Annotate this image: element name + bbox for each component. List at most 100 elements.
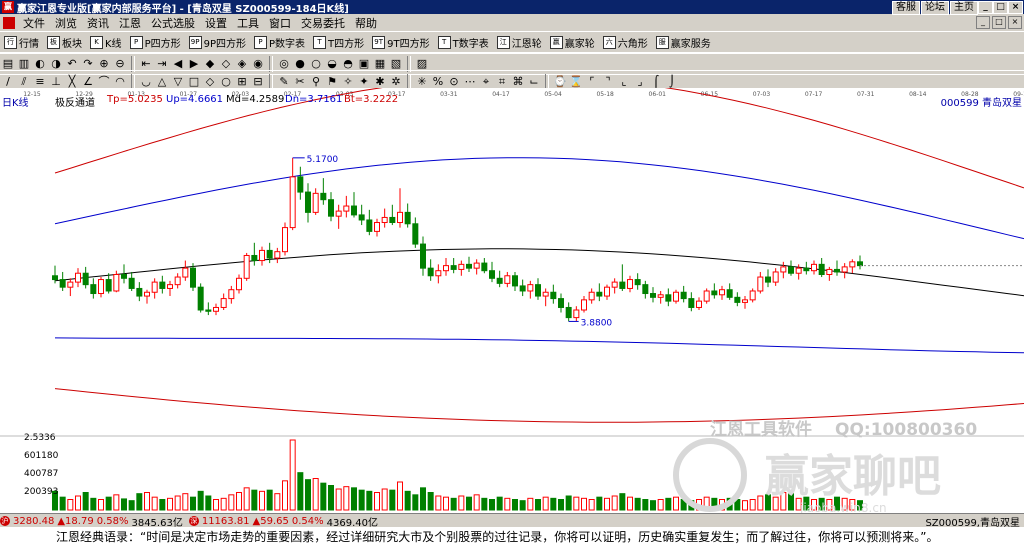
nav-icon-10[interactable]: ◀ <box>171 57 185 71</box>
draw-icon-32[interactable]: ⌚ <box>553 75 567 89</box>
draw-icon-35[interactable]: ⌝ <box>601 75 615 89</box>
draw-icon-21[interactable]: ✦ <box>357 75 371 89</box>
nav-icon-11[interactable]: ▶ <box>187 57 201 71</box>
draw-icon-1[interactable]: ⫽ <box>17 75 31 89</box>
draw-icon-3[interactable]: ⊥ <box>49 75 63 89</box>
toolbar-button-12[interactable]: 服赢家服务 <box>652 34 715 52</box>
draw-icon-30[interactable]: ⌘ <box>511 75 525 89</box>
mdi-restore-button[interactable]: □ <box>992 16 1006 29</box>
menu-news[interactable]: 资讯 <box>82 15 114 31</box>
nav-icon-0[interactable]: ▤ <box>1 57 15 71</box>
draw-icon-22[interactable]: ✱ <box>373 75 387 89</box>
draw-icon-20[interactable]: ✧ <box>341 75 355 89</box>
draw-icon-38[interactable]: ⌠ <box>649 75 663 89</box>
link-homepage[interactable]: 主页 <box>950 1 978 15</box>
draw-icon-29[interactable]: ⌗ <box>495 75 509 89</box>
nav-icon-20[interactable]: ◓ <box>341 57 355 71</box>
draw-icon-0[interactable]: / <box>1 75 15 89</box>
menu-trade[interactable]: 交易委托 <box>296 15 350 31</box>
nav-icon-8[interactable]: ⇤ <box>139 57 153 71</box>
draw-icon-25[interactable]: % <box>431 75 445 89</box>
nav-icon-15[interactable]: ◉ <box>251 57 265 71</box>
draw-icon-26[interactable]: ⊙ <box>447 75 461 89</box>
draw-icon-9[interactable]: △ <box>155 75 169 89</box>
menu-tools[interactable]: 工具 <box>232 15 264 31</box>
draw-icon-10[interactable]: ▽ <box>171 75 185 89</box>
toolbar-button-2[interactable]: K K线 <box>86 34 126 52</box>
nav-icon-24[interactable]: ▨ <box>415 57 429 71</box>
draw-icon-13[interactable]: ○ <box>219 75 233 89</box>
draw-icon-16[interactable]: ✎ <box>277 75 291 89</box>
link-forum[interactable]: 论坛 <box>921 1 949 15</box>
draw-icon-18[interactable]: ⚲ <box>309 75 323 89</box>
menu-window[interactable]: 窗口 <box>264 15 296 31</box>
nav-icon-9[interactable]: ⇥ <box>155 57 169 71</box>
menu-formula-screen[interactable]: 公式选股 <box>146 15 200 31</box>
toolbar-button-4[interactable]: 9P 9P四方形 <box>185 34 250 52</box>
nav-icon-17[interactable]: ● <box>293 57 307 71</box>
nav-icon-4[interactable]: ↶ <box>65 57 79 71</box>
nav-icon-14[interactable]: ◈ <box>235 57 249 71</box>
draw-icon-33[interactable]: ⌛ <box>569 75 583 89</box>
system-menu-icon[interactable] <box>3 16 15 29</box>
mdi-minimize-button[interactable]: _ <box>976 16 990 29</box>
nav-icon-21[interactable]: ▣ <box>357 57 371 71</box>
mdi-close-button[interactable]: × <box>1008 16 1022 29</box>
link-customer-service[interactable]: 客服 <box>892 1 920 15</box>
toolbar-button-8[interactable]: T T数字表 <box>434 34 493 52</box>
draw-icon-27[interactable]: ⋯ <box>463 75 477 89</box>
nav-icon-19[interactable]: ◒ <box>325 57 339 71</box>
toolbar-button-6[interactable]: T T四方形 <box>309 34 368 52</box>
chart-area[interactable]: 12-15 12-29 01-13 01-27 02-03 02-17 03-03 03-17… <box>0 76 1024 515</box>
toolbar-button-11[interactable]: 六六角形 <box>599 34 652 52</box>
draw-icon-6[interactable]: ⌒ <box>97 75 111 89</box>
menu-help[interactable]: 帮助 <box>350 15 382 31</box>
toolbar-button-0[interactable]: 行行情 <box>0 34 43 52</box>
draw-icon-11[interactable]: □ <box>187 75 201 89</box>
menu-gann[interactable]: 江恩 <box>114 15 146 31</box>
nav-icon-2[interactable]: ◐ <box>33 57 47 71</box>
menu-browse[interactable]: 浏览 <box>50 15 82 31</box>
nav-icon-7[interactable]: ⊖ <box>113 57 127 71</box>
draw-icon-19[interactable]: ⚑ <box>325 75 339 89</box>
nav-icon-3[interactable]: ◑ <box>49 57 63 71</box>
draw-icon-24[interactable]: ✳ <box>415 75 429 89</box>
draw-icon-17[interactable]: ✂ <box>293 75 307 89</box>
draw-icon-5[interactable]: ∠ <box>81 75 95 89</box>
draw-icon-31[interactable]: ⌙ <box>527 75 541 89</box>
toolbar-button-10[interactable]: 赢赢家轮 <box>546 34 599 52</box>
nav-icon-1[interactable]: ▥ <box>17 57 31 71</box>
draw-icon-14[interactable]: ⊞ <box>235 75 249 89</box>
nav-icon-18[interactable]: ○ <box>309 57 323 71</box>
nav-icon-23[interactable]: ▧ <box>389 57 403 71</box>
toolbar-button-9[interactable]: 江江恩轮 <box>493 34 546 52</box>
nav-icon-13[interactable]: ◇ <box>219 57 233 71</box>
toolbar-button-5[interactable]: P P数字表 <box>250 34 309 52</box>
toolbar-button-1[interactable]: 板板块 <box>43 34 86 52</box>
nav-icon-22[interactable]: ▦ <box>373 57 387 71</box>
menu-file[interactable]: 文件 <box>18 15 50 31</box>
minimize-button[interactable]: _ <box>978 1 993 14</box>
toolbar-button-7[interactable]: 9T 9T四方形 <box>368 34 433 52</box>
draw-icon-23[interactable]: ✲ <box>389 75 403 89</box>
kline-chart[interactable]: 12-15 12-29 01-13 01-27 02-03 02-17 03-03 03-17… <box>0 76 1024 515</box>
maximize-button[interactable]: □ <box>993 1 1008 14</box>
draw-icon-37[interactable]: ⌟ <box>633 75 647 89</box>
draw-icon-7[interactable]: ◠ <box>113 75 127 89</box>
toolbar-button-3[interactable]: P P四方形 <box>126 34 185 52</box>
nav-icon-12[interactable]: ◆ <box>203 57 217 71</box>
draw-icon-34[interactable]: ⌜ <box>585 75 599 89</box>
nav-icon-5[interactable]: ↷ <box>81 57 95 71</box>
draw-icon-8[interactable]: ◡ <box>139 75 153 89</box>
nav-icon-6[interactable]: ⊕ <box>97 57 111 71</box>
draw-icon-4[interactable]: ╳ <box>65 75 79 89</box>
close-button[interactable]: × <box>1008 1 1023 14</box>
draw-icon-12[interactable]: ◇ <box>203 75 217 89</box>
nav-icon-16[interactable]: ◎ <box>277 57 291 71</box>
menu-settings[interactable]: 设置 <box>200 15 232 31</box>
draw-icon-2[interactable]: ≡ <box>33 75 47 89</box>
draw-icon-39[interactable]: ⌡ <box>665 75 679 89</box>
draw-icon-28[interactable]: ⌖ <box>479 75 493 89</box>
draw-icon-36[interactable]: ⌞ <box>617 75 631 89</box>
draw-icon-15[interactable]: ⊟ <box>251 75 265 89</box>
